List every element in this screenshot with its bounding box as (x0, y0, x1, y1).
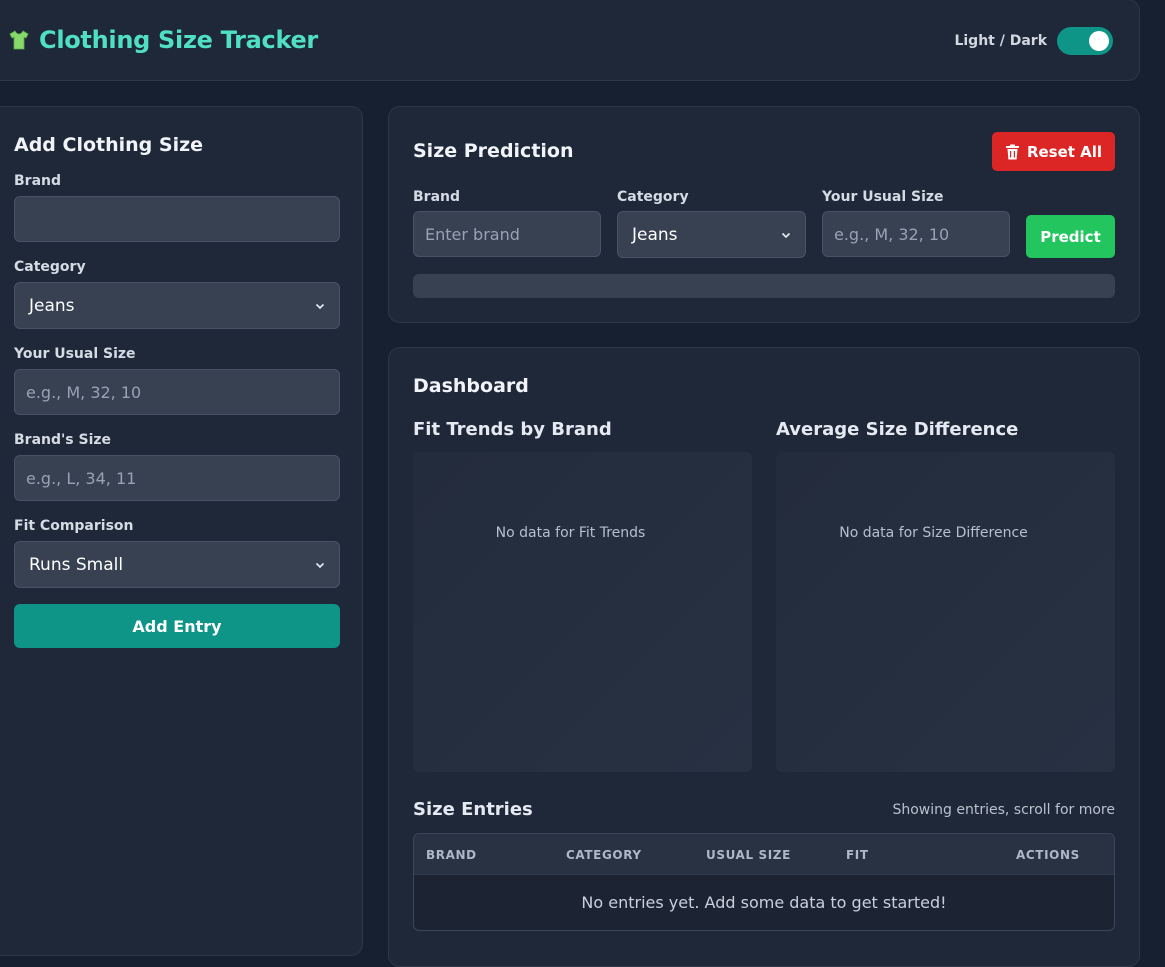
category-select[interactable]: Jeans (14, 282, 340, 329)
table-empty-row: No entries yet. Add some data to get sta… (414, 874, 1114, 930)
usual-size-input[interactable]: e.g., M, 32, 10 (14, 369, 340, 415)
predict-brand-label: Brand (413, 189, 461, 205)
theme-toggle-group: Light / Dark (954, 27, 1113, 55)
column-header-usual-size: USUAL SIZE (706, 848, 791, 862)
predict-category-value: Jeans (632, 224, 678, 245)
predict-brand-placeholder: Enter brand (425, 224, 520, 244)
size-prediction-panel: Size Prediction Reset All Brand Enter br… (388, 106, 1140, 323)
size-difference-chart: No data for Size Difference (776, 452, 1115, 772)
brand-size-label: Brand's Size (14, 432, 112, 448)
predict-brand-input[interactable]: Enter brand (413, 211, 601, 257)
chevron-down-icon (781, 232, 791, 238)
app-title-text: Clothing Size Tracker (39, 26, 318, 54)
brand-size-placeholder: e.g., L, 34, 11 (26, 468, 137, 488)
add-size-title: Add Clothing Size (14, 134, 204, 156)
fit-comparison-label: Fit Comparison (14, 518, 134, 534)
theme-toggle-switch[interactable] (1057, 27, 1113, 55)
category-label: Category (14, 259, 86, 275)
add-size-panel: Add Clothing Size Brand Category Jeans Y… (0, 106, 363, 956)
trash-icon (1005, 144, 1019, 159)
usual-size-placeholder: e.g., M, 32, 10 (26, 382, 142, 402)
tshirt-icon (9, 30, 29, 50)
predict-usual-size-input[interactable]: e.g., M, 32, 10 (822, 211, 1010, 257)
fit-comparison-select[interactable]: Runs Small (14, 541, 340, 588)
fit-trends-empty-text: No data for Fit Trends (495, 525, 646, 541)
fit-trends-title: Fit Trends by Brand (413, 419, 612, 440)
size-difference-empty-text: No data for Size Difference (839, 525, 1028, 541)
entries-scroll-hint: Showing entries, scroll for more (892, 802, 1115, 818)
chevron-down-icon (315, 562, 325, 568)
size-prediction-title: Size Prediction (413, 140, 574, 162)
column-header-category: CATEGORY (566, 848, 642, 862)
app-header: Clothing Size Tracker Light / Dark (0, 0, 1140, 81)
toggle-knob (1089, 31, 1109, 51)
add-entry-button[interactable]: Add Entry (14, 604, 340, 648)
predict-usual-size-placeholder: e.g., M, 32, 10 (834, 224, 950, 244)
dashboard-panel: Dashboard Fit Trends by Brand No data fo… (388, 347, 1140, 967)
chevron-down-icon (315, 303, 325, 309)
size-entries-title: Size Entries (413, 799, 533, 820)
reset-all-button[interactable]: Reset All (992, 132, 1115, 171)
column-header-actions: ACTIONS (1016, 848, 1080, 862)
prediction-result-bar (413, 274, 1115, 298)
table-header: BRAND CATEGORY USUAL SIZE FIT ACTIONS (414, 834, 1114, 874)
dashboard-title: Dashboard (413, 375, 529, 397)
brand-label: Brand (14, 173, 62, 189)
theme-label: Light / Dark (954, 33, 1047, 49)
brand-size-input[interactable]: e.g., L, 34, 11 (14, 455, 340, 501)
column-header-fit: FIT (846, 848, 869, 862)
predict-usual-size-label: Your Usual Size (822, 189, 944, 205)
reset-all-label: Reset All (1026, 142, 1103, 161)
column-header-brand: BRAND (426, 848, 477, 862)
brand-input[interactable] (14, 196, 340, 242)
size-entries-table: BRAND CATEGORY USUAL SIZE FIT ACTIONS No… (413, 833, 1115, 931)
fit-comparison-value: Runs Small (29, 554, 124, 575)
predict-button[interactable]: Predict (1026, 215, 1115, 258)
size-difference-title: Average Size Difference (776, 419, 1019, 440)
predict-category-select[interactable]: Jeans (617, 211, 806, 258)
category-select-value: Jeans (29, 295, 75, 316)
predict-category-label: Category (617, 189, 689, 205)
usual-size-label: Your Usual Size (14, 346, 136, 362)
app-title: Clothing Size Tracker (7, 26, 318, 54)
fit-trends-chart: No data for Fit Trends (413, 452, 752, 772)
